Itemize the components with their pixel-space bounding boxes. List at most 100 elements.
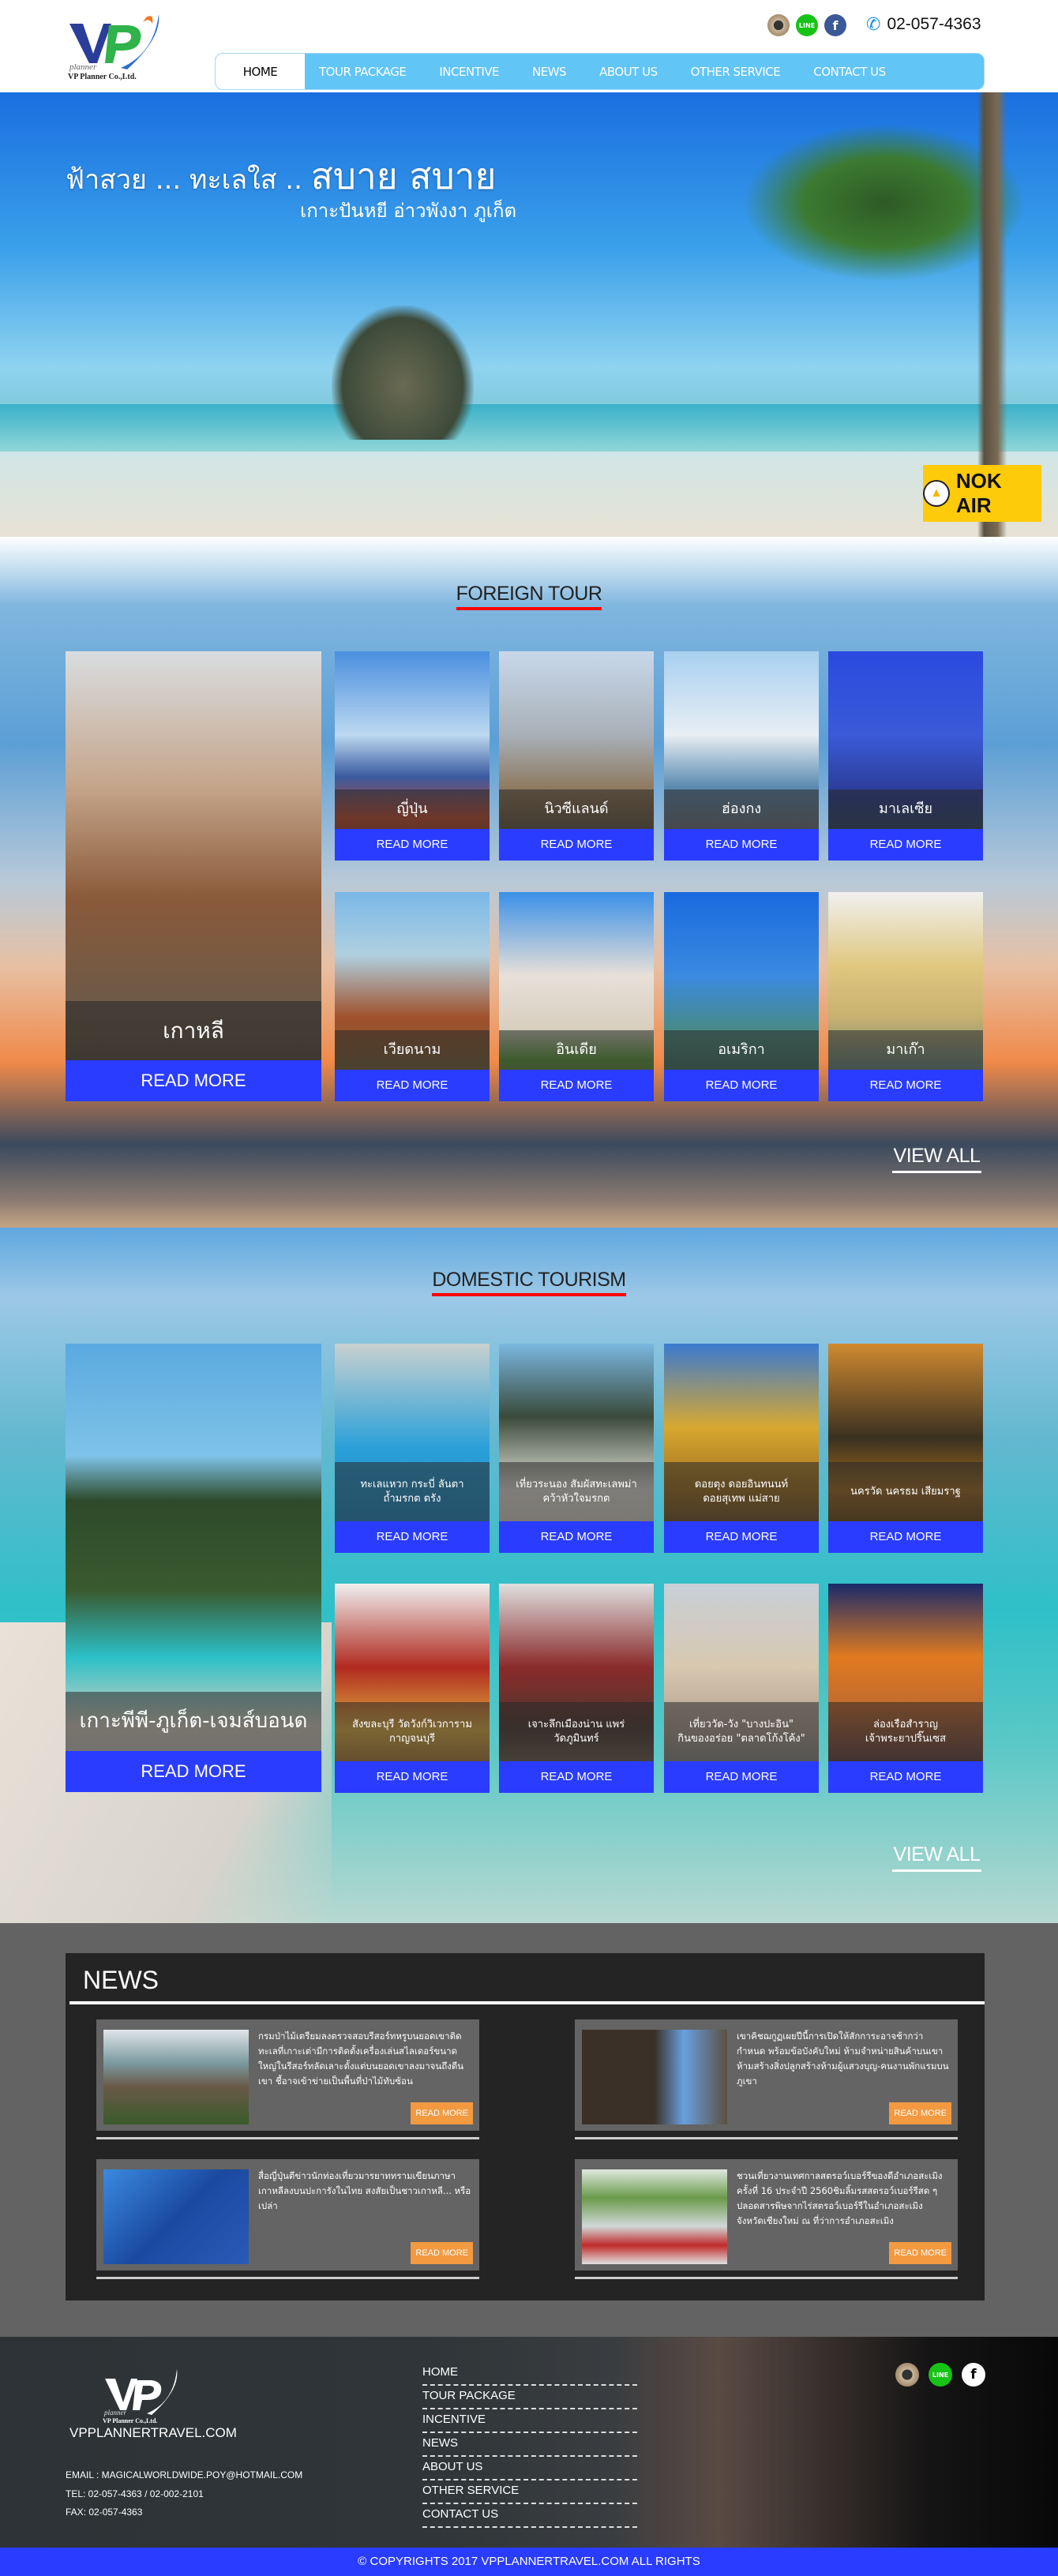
tour-card[interactable]: เที่ยววัด-วัง "บางปะอิน" กินของอร่อย "ตลา… (664, 1584, 819, 1793)
tour-name: สังขละบุรี วัดวังก์วิเวการาม กาญจนบุรี (335, 1702, 490, 1761)
tour-card[interactable]: นิวซีแลนด์ READ MORE (499, 651, 654, 861)
footer-nav-tour-package[interactable]: TOUR PACKAGE (422, 2386, 637, 2409)
read-more-button[interactable]: READ MORE (499, 1521, 654, 1553)
news-thumbnail[interactable] (582, 2030, 727, 2124)
line-icon[interactable]: LINE (929, 2363, 952, 2387)
footer-nav-about-us[interactable]: ABOUT US (422, 2457, 637, 2480)
footer-site-name: VPPLANNERTRAVEL.COM (69, 2425, 237, 2440)
tour-card[interactable]: เจาะลึกเมืองน่าน แพร่ วัดภูมินทร์ READ MOR… (499, 1584, 654, 1793)
nav-tour-package[interactable]: TOUR PACKAGE (305, 54, 420, 89)
news-item: กรมป่าไม้เตรียมลงตรวจสอบรีสอร์ทหรูบนยอดเ… (96, 2019, 479, 2139)
read-more-button[interactable]: READ MORE (828, 1521, 983, 1553)
nok-air-badge[interactable]: ▲ NOK AIR (923, 465, 1041, 522)
tour-card[interactable]: ล่องเรือสำราญ เจ้าพระยาปริ๊นเซส READ MORE (828, 1584, 983, 1793)
hero-sea (0, 404, 1058, 452)
read-more-button[interactable]: READ MORE (335, 1070, 490, 1101)
footer-nav-other-service[interactable]: OTHER SERVICE (422, 2480, 637, 2504)
hero-banner: ฟ้าสวย ... ทะเลใส .. สบาย สบาย เกาะปันหย… (0, 92, 1058, 537)
news-thumbnail[interactable] (582, 2169, 727, 2264)
read-more-button[interactable]: READ MORE (499, 1070, 654, 1101)
svg-text:VP Planner Co.,Ltd.: VP Planner Co.,Ltd. (68, 73, 137, 81)
footer-nav-home[interactable]: HOME (422, 2362, 637, 2386)
tour-name-line: เจ้าพระยาปริ๊นเซส (865, 1732, 947, 1745)
read-more-button[interactable]: READ MORE (66, 1751, 321, 1792)
instagram-icon[interactable] (895, 2363, 919, 2387)
nok-bird-icon: ▲ (923, 480, 950, 507)
svg-text:planner: planner (103, 2409, 126, 2417)
site-header: planner VP Planner Co.,Ltd. LINE f ✆ 02-… (0, 0, 1058, 92)
tour-name-line: ดอยตุง ดอยอินทนนท์ (694, 1478, 789, 1490)
vp-planner-logo[interactable]: planner VP Planner Co.,Ltd. (66, 6, 176, 81)
read-more-button[interactable]: READ MORE (664, 1761, 819, 1793)
news-excerpt: เขาคิชฌกูฏเผยปีนี้การเปิดให้สักการะอาจช้… (737, 2030, 949, 2087)
news-item: สื่อญี่ปุ่นตีข่าวนักท่องเที่ยวมารยาททราม… (96, 2159, 479, 2279)
tour-name: มาเลเซีย (828, 789, 983, 829)
read-more-button[interactable]: READ MORE (828, 1070, 983, 1101)
facebook-icon[interactable]: f (824, 14, 846, 36)
footer-email: EMAIL : MAGICALWORLDWIDE.POY@HOTMAIL.COM (66, 2469, 303, 2480)
footer-tel: TEL: 02-057-4363 / 02-002-2101 (66, 2488, 204, 2499)
featured-tour-card[interactable]: เกาะพีพี-ภูเก็ต-เจมส์บอนด READ MORE (66, 1344, 321, 1792)
read-more-button[interactable]: READ MORE (499, 1761, 654, 1793)
hero-island-rock (332, 306, 474, 440)
read-more-button[interactable]: READ MORE (335, 829, 490, 861)
tour-name: เที่ยวระนอง สัมผัสทะเลพม่า คว้าหัวใจมรกต (499, 1462, 654, 1521)
nav-news[interactable]: NEWS (513, 54, 580, 89)
phone-number: 02-057-4363 (887, 15, 981, 33)
svg-text:planner: planner (69, 62, 97, 72)
facebook-icon[interactable]: f (962, 2363, 985, 2387)
tour-name: เกาะพีพี-ภูเก็ต-เจมส์บอนด (66, 1692, 321, 1751)
tour-card[interactable]: ฮ่องกง READ MORE (664, 651, 819, 861)
copyright-bar: © COPYRIGHTS 2017 VPPLANNERTRAVEL.COM AL… (0, 2548, 1058, 2576)
news-read-more-button[interactable]: READ MORE (411, 2102, 473, 2124)
domestic-view-all-link[interactable]: VIEW ALL (892, 1843, 981, 1872)
tour-card[interactable]: ดอยตุง ดอยอินทนนท์ ดอยสุเทพ แม่สาย READ MO… (664, 1344, 819, 1553)
read-more-button[interactable]: READ MORE (664, 1521, 819, 1553)
foreign-tour-section: FOREIGN TOUR เกาหลี READ MORE ญี่ปุ่น REA… (0, 537, 1058, 1228)
tour-card[interactable]: เวียดนาม READ MORE (335, 892, 490, 1101)
read-more-button[interactable]: READ MORE (828, 829, 983, 861)
read-more-button[interactable]: READ MORE (664, 1070, 819, 1101)
tour-card[interactable]: ญี่ปุ่น READ MORE (335, 651, 490, 861)
footer-logo[interactable]: planner VP Planner Co.,Ltd. (101, 2364, 188, 2424)
read-more-button[interactable]: READ MORE (335, 1521, 490, 1553)
tour-name: เจาะลึกเมืองน่าน แพร่ วัดภูมินทร์ (499, 1702, 654, 1761)
news-read-more-button[interactable]: READ MORE (889, 2102, 951, 2124)
read-more-button[interactable]: READ MORE (664, 829, 819, 861)
foreign-view-all-link[interactable]: VIEW ALL (892, 1145, 981, 1173)
featured-tour-card[interactable]: เกาหลี READ MORE (66, 651, 321, 1101)
tour-name: เกาหลี (66, 1001, 321, 1060)
nav-contact-us[interactable]: CONTACT US (794, 54, 899, 89)
tour-card[interactable]: มาเลเซีย READ MORE (828, 651, 983, 861)
domestic-tourism-section: DOMESTIC TOURISM เกาะพีพี-ภูเก็ต-เจมส์บอ… (0, 1228, 1058, 1923)
read-more-button[interactable]: READ MORE (828, 1761, 983, 1793)
nav-about-us[interactable]: ABOUT US (580, 54, 672, 89)
nav-home[interactable]: HOME (216, 54, 305, 89)
hero-headline-small: ฟ้าสวย ... ทะเลใส .. (66, 164, 302, 196)
footer-nav-incentive[interactable]: INCENTIVE (422, 2409, 637, 2433)
read-more-button[interactable]: READ MORE (499, 829, 654, 861)
nav-other-service[interactable]: OTHER SERVICE (672, 54, 795, 89)
tour-card[interactable]: เที่ยวระนอง สัมผัสทะเลพม่า คว้าหัวใจมรกต R… (499, 1344, 654, 1553)
read-more-button[interactable]: READ MORE (335, 1761, 490, 1793)
read-more-button[interactable]: READ MORE (66, 1060, 321, 1101)
nav-incentive[interactable]: INCENTIVE (420, 54, 513, 89)
tour-card[interactable]: สังขละบุรี วัดวังก์วิเวการาม กาญจนบุรี REA… (335, 1584, 490, 1793)
line-icon[interactable]: LINE (796, 14, 818, 36)
footer-nav-news[interactable]: NEWS (422, 2433, 637, 2457)
tour-card[interactable]: มาเก๊า READ MORE (828, 892, 983, 1101)
tour-card[interactable]: อเมริกา READ MORE (664, 892, 819, 1101)
instagram-icon[interactable] (767, 14, 790, 36)
tour-name: เที่ยววัด-วัง "บางปะอิน" กินของอร่อย "ตลา… (664, 1702, 819, 1761)
news-thumbnail[interactable] (103, 2030, 249, 2124)
news-read-more-button[interactable]: READ MORE (411, 2242, 473, 2264)
tour-card[interactable]: อินเดีย READ MORE (499, 892, 654, 1101)
tour-name-line: สังขละบุรี วัดวังก์วิเวการาม (352, 1718, 472, 1730)
site-footer: planner VP Planner Co.,Ltd. VPPLANNERTRA… (0, 2337, 1058, 2548)
header-phone[interactable]: ✆ 02-057-4363 (866, 14, 981, 35)
news-thumbnail[interactable] (103, 2169, 249, 2264)
news-read-more-button[interactable]: READ MORE (889, 2242, 951, 2264)
tour-card[interactable]: นครวัด นครธม เสียมราฐ READ MORE (828, 1344, 983, 1553)
tour-card[interactable]: ทะเลแหวก กระบี่ ลันตา ถ้ำมรกต ตรัง READ MO… (335, 1344, 490, 1553)
footer-nav-contact-us[interactable]: CONTACT US (422, 2504, 637, 2528)
